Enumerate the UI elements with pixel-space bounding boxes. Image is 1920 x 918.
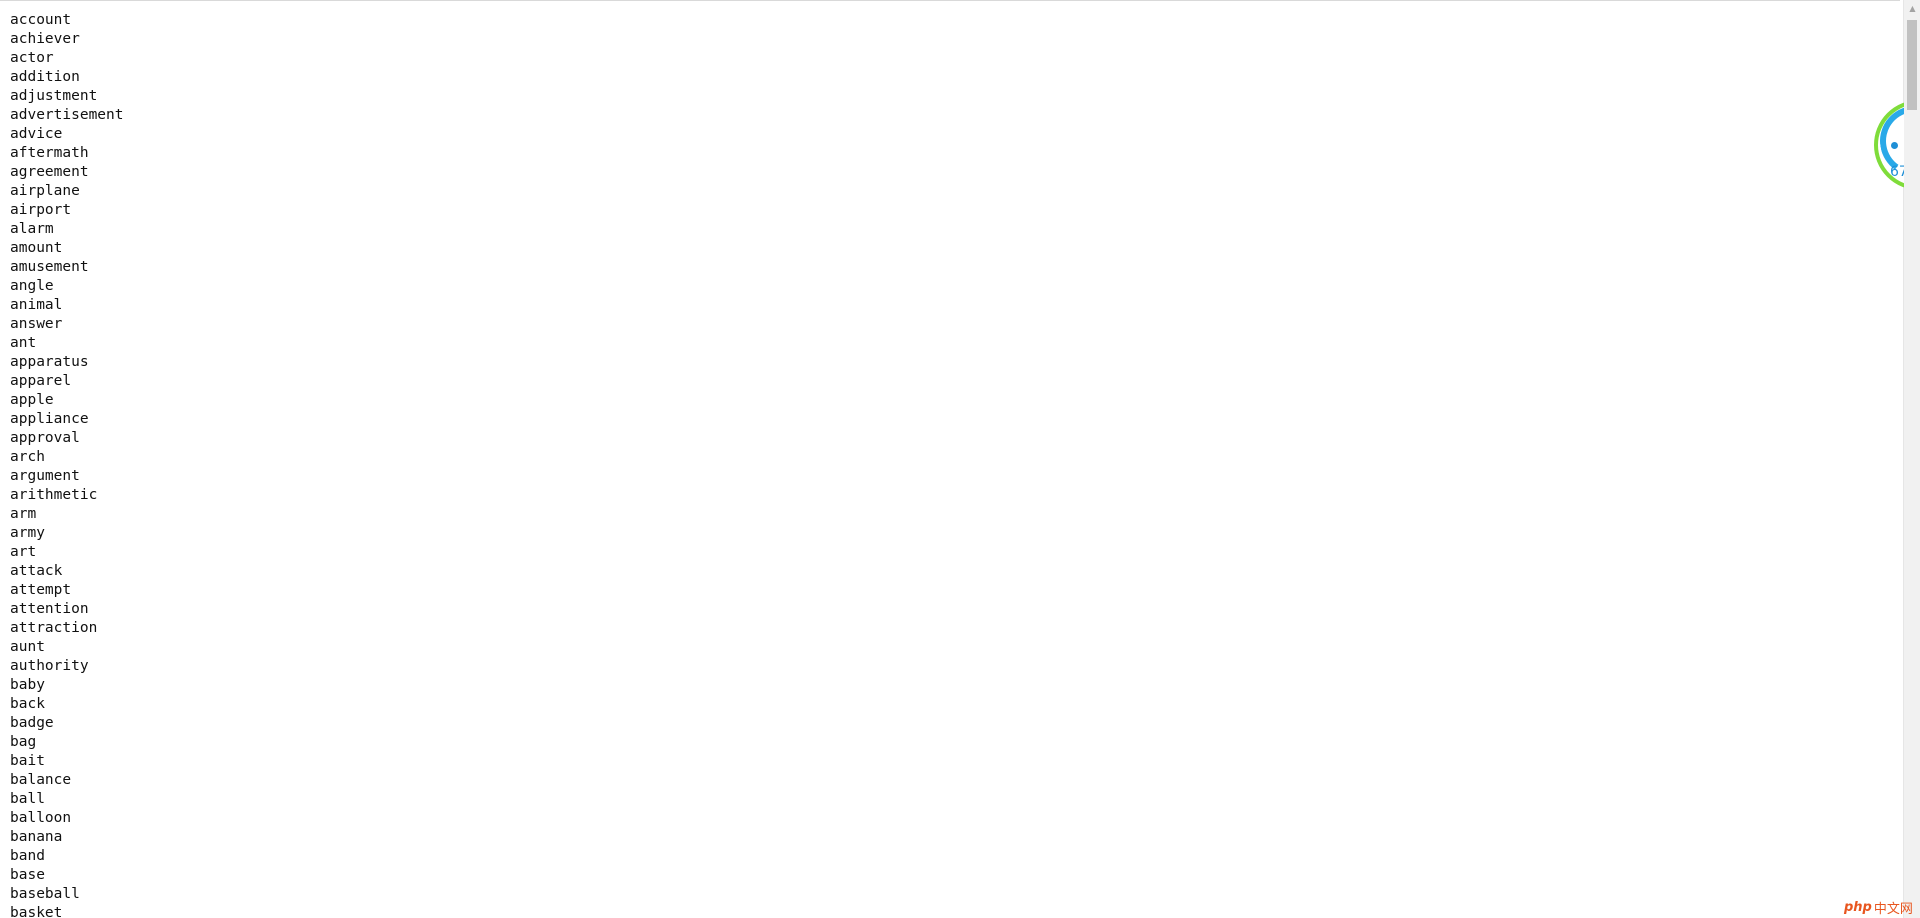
php-logo-cn-text: 中文网 (1873, 901, 1913, 917)
word-list-item: amount (10, 240, 63, 256)
php-logo-text: php (1844, 899, 1872, 915)
word-list-item: airport (10, 202, 72, 218)
word-list-item: arch (10, 449, 45, 465)
word-list-item: ball (10, 791, 45, 807)
word-list-item: balloon (10, 810, 72, 826)
word-list-item: army (10, 525, 45, 541)
word-list-item: baby (10, 677, 45, 693)
top-border (0, 0, 1900, 1)
word-list-item: back (10, 696, 45, 712)
word-list-item: attempt (10, 582, 72, 598)
speed-widget[interactable]: 67% (1874, 100, 1904, 202)
word-list-item: band (10, 848, 45, 864)
word-list-item: bait (10, 753, 45, 769)
word-list-item: advice (10, 126, 63, 142)
word-list-item: attention (10, 601, 89, 617)
word-list-item: animal (10, 297, 63, 313)
word-list-item: airplane (10, 183, 80, 199)
php-watermark-logo: php 中文网 (1844, 898, 1913, 917)
word-list-item: apparatus (10, 354, 89, 370)
word-list-item: balance (10, 772, 72, 788)
word-list-item: adjustment (10, 88, 98, 104)
widget-percent-label: 67% (1890, 164, 1904, 180)
vertical-scrollbar[interactable]: ▲ (1903, 0, 1920, 918)
widget-dot-icon (1891, 142, 1898, 149)
word-list-item: amusement (10, 259, 89, 275)
word-list-item: authority (10, 658, 89, 674)
word-list-item: actor (10, 50, 54, 66)
word-list-item: ant (10, 335, 37, 351)
word-list-item: argument (10, 468, 80, 484)
word-list-item: bag (10, 734, 37, 750)
word-list-item: arm (10, 506, 37, 522)
word-list-item: base (10, 867, 45, 883)
word-list-item: baseball (10, 886, 80, 902)
word-list-item: appliance (10, 411, 89, 427)
word-list-item: agreement (10, 164, 89, 180)
word-list-item: alarm (10, 221, 54, 237)
word-list-item: banana (10, 829, 63, 845)
word-list-item: basket (10, 905, 63, 918)
word-list-item: angle (10, 278, 54, 294)
word-list-item: approval (10, 430, 80, 446)
scroll-up-arrow-icon[interactable]: ▲ (1904, 0, 1920, 17)
word-list-item: achiever (10, 31, 80, 47)
word-list-item: aunt (10, 639, 45, 655)
word-list-item: answer (10, 316, 63, 332)
word-list-item: account (10, 12, 72, 28)
word-list-item: art (10, 544, 37, 560)
word-list-item: apparel (10, 373, 72, 389)
word-list-item: attraction (10, 620, 98, 636)
word-list: account achiever actor addition adjustment ad… (10, 11, 124, 918)
word-list-item: arithmetic (10, 487, 98, 503)
word-list-item: addition (10, 69, 80, 85)
word-list-item: attack (10, 563, 63, 579)
word-list-item: badge (10, 715, 54, 731)
word-list-item: advertisement (10, 107, 124, 123)
word-list-item: aftermath (10, 145, 89, 161)
word-list-item: apple (10, 392, 54, 408)
scrollbar-thumb[interactable] (1907, 20, 1917, 110)
page: account achiever actor addition adjustment ad… (0, 0, 1920, 918)
